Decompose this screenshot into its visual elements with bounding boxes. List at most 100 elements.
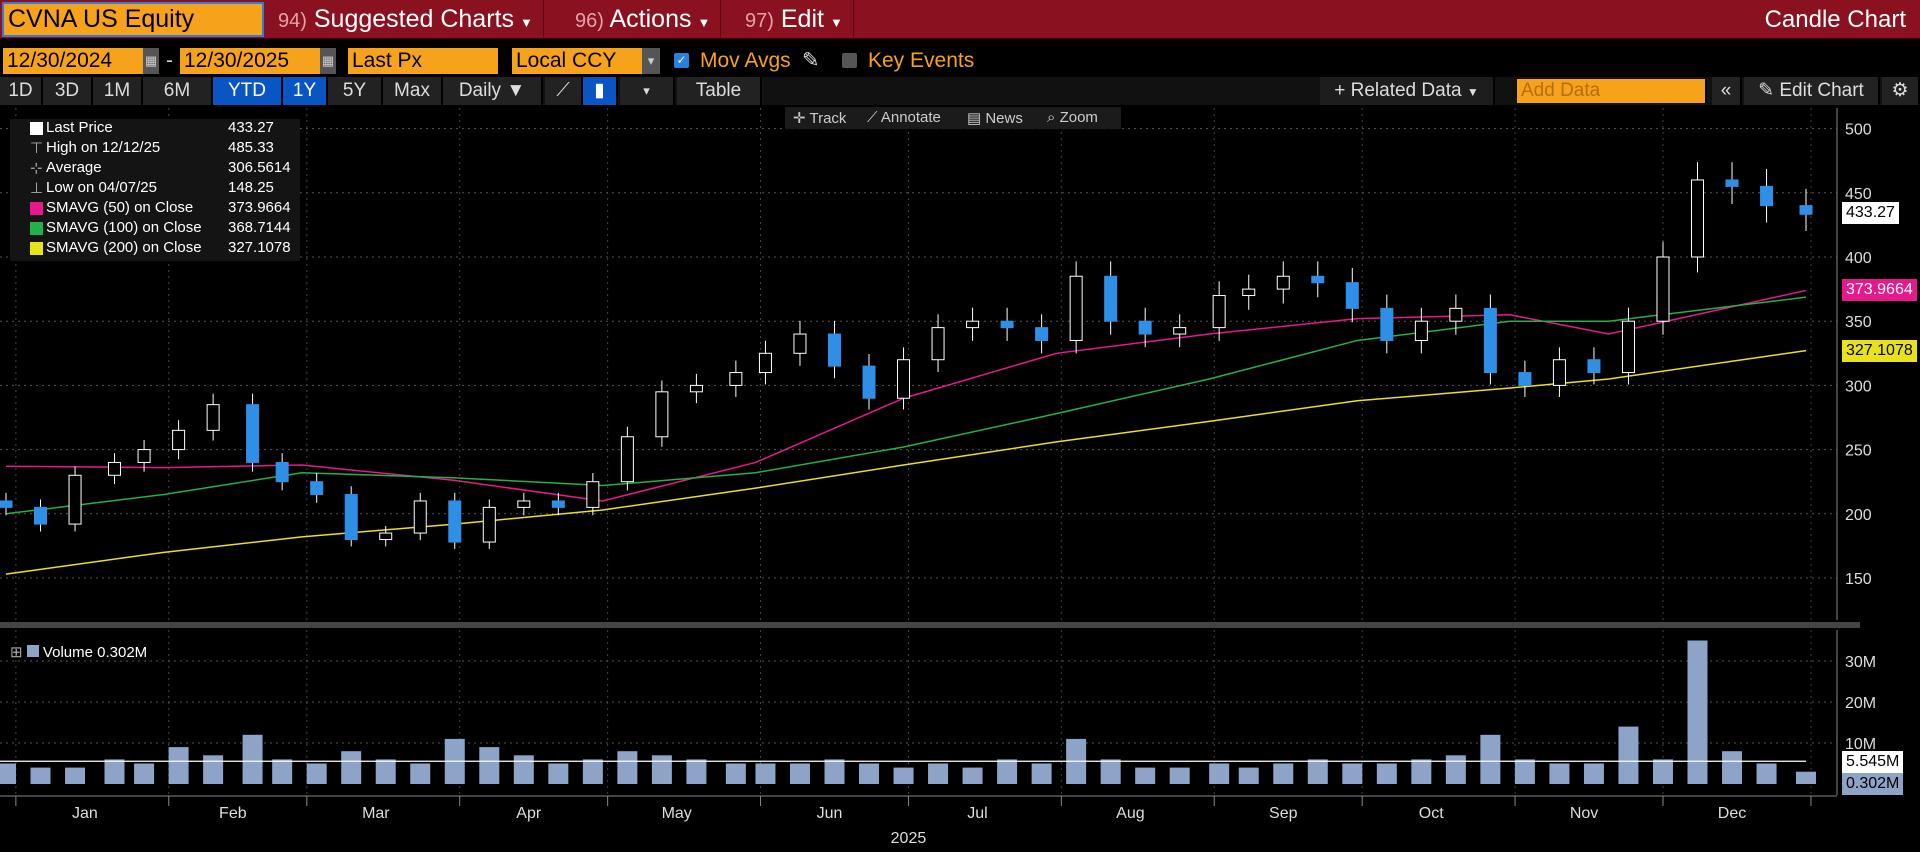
range-max[interactable]: Max xyxy=(383,77,443,105)
legend-value: 306.5614 xyxy=(228,159,291,176)
candle-up xyxy=(1691,179,1705,258)
calendar-icon[interactable]: ▦ xyxy=(143,48,159,74)
candle-up xyxy=(107,461,121,476)
legend-value: 485.33 xyxy=(228,139,274,156)
range-3d[interactable]: 3D xyxy=(43,77,93,105)
candle-down xyxy=(862,365,876,399)
volume-legend-label: Volume 0.302M xyxy=(42,644,148,661)
panel-divider-handle[interactable] xyxy=(0,622,1860,628)
candle-up xyxy=(172,429,186,451)
candle-down xyxy=(827,333,841,367)
annotate-tool[interactable]: ⟋ Annotate xyxy=(867,109,941,126)
sma200-tag: 327.1078 xyxy=(1842,340,1917,362)
volume-bar xyxy=(789,763,810,784)
end-date-input[interactable]: 12/30/2025 xyxy=(180,48,320,74)
candle-up xyxy=(897,359,911,399)
line-chart-icon[interactable]: ⟋ xyxy=(545,77,583,105)
edit-menu[interactable]: 97) Edit ▼ xyxy=(735,0,854,39)
candle-up xyxy=(966,320,980,329)
pencil-icon: ✎ xyxy=(1758,80,1780,101)
volume-bar xyxy=(859,763,880,784)
legend-label: SMAVG (200) on Close xyxy=(46,239,202,256)
ticker-input[interactable]: CVNA US Equity xyxy=(2,2,264,37)
range-5y[interactable]: 5Y xyxy=(328,77,383,105)
legend-label: SMAVG (100) on Close xyxy=(46,219,202,236)
volume-bar xyxy=(0,763,16,784)
legend-last-price[interactable]: Last Price 433.27 xyxy=(10,119,300,139)
range-1m[interactable]: 1M xyxy=(93,77,143,105)
price-tick-label: 250 xyxy=(1845,443,1872,460)
related-data-button[interactable]: + Related Data ▼ xyxy=(1320,77,1495,105)
range-1d[interactable]: 1D xyxy=(0,77,43,105)
volume-bar xyxy=(1687,640,1708,784)
start-date-input[interactable]: 12/30/2024 xyxy=(3,48,143,74)
news-tool[interactable]: ▤ News xyxy=(967,109,1023,127)
table-button[interactable]: Table xyxy=(677,77,762,105)
edit-chart-button[interactable]: ✎ Edit Chart xyxy=(1744,77,1880,105)
legend-value: 327.1078 xyxy=(228,239,291,256)
range-6m[interactable]: 6M xyxy=(143,77,213,105)
volume-swatch-icon xyxy=(26,645,39,657)
candle-down xyxy=(1104,275,1118,322)
zoom-tool[interactable]: ⌕ Zoom xyxy=(1047,109,1098,126)
gear-icon[interactable]: ⚙ xyxy=(1882,77,1920,105)
volume-bar xyxy=(755,763,776,784)
chart-type-title: Candle Chart xyxy=(1764,6,1906,33)
candle-up xyxy=(206,404,220,431)
news-label: News xyxy=(985,110,1023,127)
candle-down xyxy=(0,500,13,508)
candle-up xyxy=(1173,327,1187,335)
green-square-icon xyxy=(30,222,43,235)
average-marker-icon: ⊹ xyxy=(30,160,43,177)
field-input[interactable]: Last Px xyxy=(348,48,498,74)
menu-label: Suggested Charts xyxy=(313,5,514,33)
legend-average[interactable]: ⊹ Average 306.5614 xyxy=(10,159,300,179)
mov-avgs-label[interactable]: Mov Avgs xyxy=(700,48,791,74)
volume-bar xyxy=(548,763,569,784)
candle-up xyxy=(1242,288,1256,297)
volume-bar xyxy=(1652,759,1673,784)
candle-up xyxy=(68,474,82,525)
volume-bar xyxy=(513,755,534,784)
candle-up xyxy=(689,384,703,393)
caret-down-icon: ▼ xyxy=(697,15,711,30)
candle-chart-icon[interactable]: ▮ xyxy=(583,77,618,105)
volume-bar xyxy=(30,767,51,784)
add-data-input[interactable]: Add Data xyxy=(1517,79,1707,103)
legend-label: SMAVG (50) on Close xyxy=(46,199,194,216)
volume-bar xyxy=(104,759,125,784)
volume-bar xyxy=(1480,734,1501,784)
candle-down xyxy=(1725,179,1739,187)
legend-sma100[interactable]: SMAVG (100) on Close 368.7144 xyxy=(10,219,300,239)
collapse-icon[interactable]: « xyxy=(1712,77,1742,105)
month-tick-label: Mar xyxy=(362,805,390,822)
actions-menu[interactable]: 96) Actions ▼ xyxy=(565,0,722,39)
legend-high[interactable]: ⊤ High on 12/12/25 485.33 xyxy=(10,139,300,159)
frequency-select[interactable]: Daily ▼ xyxy=(443,77,543,105)
range-ytd[interactable]: YTD xyxy=(213,77,283,105)
volume-bar xyxy=(410,763,431,784)
volume-bar xyxy=(1618,726,1639,784)
range-1y[interactable]: 1Y xyxy=(283,77,328,105)
candle-down xyxy=(448,500,462,543)
month-tick-label: May xyxy=(662,805,692,822)
legend-value: 373.9664 xyxy=(228,199,291,216)
suggested-charts-menu[interactable]: 94) Suggested Charts ▼ xyxy=(268,0,544,39)
key-events-checkbox[interactable] xyxy=(842,53,857,68)
volume-legend[interactable]: ⊞ Volume 0.302M xyxy=(10,643,147,661)
legend-value: 433.27 xyxy=(228,119,274,136)
chart-type-dropdown[interactable]: ▾ xyxy=(620,77,675,105)
key-events-label[interactable]: Key Events xyxy=(868,48,974,74)
currency-select[interactable]: Local CCY xyxy=(512,48,642,74)
legend-sma200[interactable]: SMAVG (200) on Close 327.1078 xyxy=(10,239,300,259)
mov-avgs-checkbox[interactable]: ✓ xyxy=(674,53,689,68)
volume-bar xyxy=(1238,767,1259,784)
yellow-square-icon xyxy=(30,242,43,255)
track-tool[interactable]: ✛ Track xyxy=(793,109,846,127)
pencil-icon[interactable]: ✎ xyxy=(802,48,820,74)
legend-sma50[interactable]: SMAVG (50) on Close 373.9664 xyxy=(10,199,300,219)
dropdown-arrow-icon[interactable]: ▾ xyxy=(642,48,660,74)
calendar-icon[interactable]: ▦ xyxy=(320,48,336,74)
caret-down-icon: ▼ xyxy=(1466,85,1479,99)
legend-low[interactable]: ⊥ Low on 04/07/25 148.25 xyxy=(10,179,300,199)
